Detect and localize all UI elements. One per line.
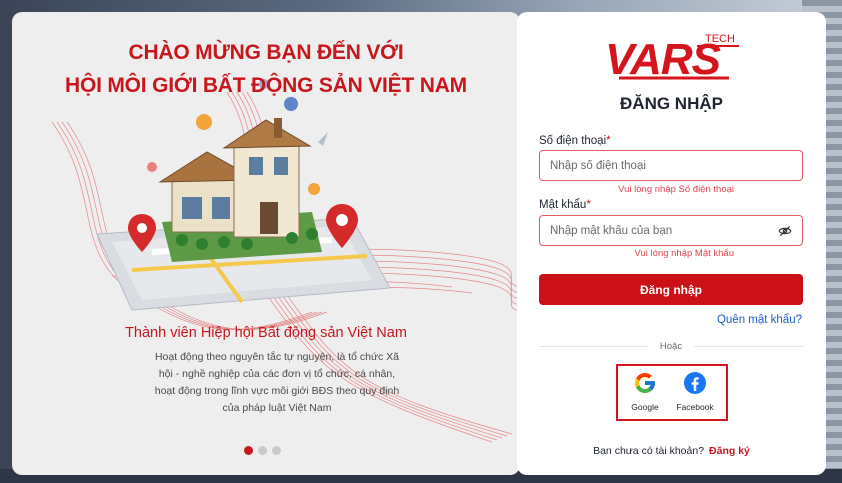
signup-link[interactable]: Đăng ký xyxy=(709,445,750,457)
forgot-password-link[interactable]: Quên mật khẩu? xyxy=(717,314,802,326)
carousel-indicator xyxy=(244,446,281,455)
phone-label-text: Số điện thoại xyxy=(539,135,607,147)
carousel-dot-2[interactable] xyxy=(258,446,267,455)
required-mark: * xyxy=(586,199,591,211)
password-field[interactable] xyxy=(539,215,803,246)
phone-field[interactable] xyxy=(539,150,803,181)
phone-input[interactable] xyxy=(540,151,802,180)
hero-subtitle: Thành viên Hiệp hội Bất động sản Việt Na… xyxy=(125,325,407,341)
carousel-dot-1[interactable] xyxy=(244,446,253,455)
logo-subtext: TECH xyxy=(705,33,735,45)
facebook-icon xyxy=(684,372,706,394)
hero-panel: CHÀO MỪNG BẠN ĐẾN VỚI HỘI MÔI GIỚI BẤT Đ… xyxy=(12,12,520,475)
facebook-label: Facebook xyxy=(676,402,714,412)
hero-title-line2: HỘI MÔI GIỚI BẤT ĐỘNG SẢN VIỆT NAM xyxy=(65,74,467,97)
vars-logo: VARS TECH xyxy=(605,33,739,84)
hero-description-line: Hoạt động theo nguyên tắc tự nguyện, là … xyxy=(154,351,400,363)
carousel-dot-3[interactable] xyxy=(272,446,281,455)
password-error: Vui lòng nhập Mật khẩu xyxy=(634,248,734,259)
hero-description-line: của pháp luật Việt Nam xyxy=(222,402,332,414)
facebook-login-button[interactable]: Facebook xyxy=(672,371,718,412)
eye-off-icon[interactable] xyxy=(778,224,792,238)
phone-error: Vui lòng nhập Số điện thoại xyxy=(618,184,734,195)
or-divider: Hoặc xyxy=(539,339,803,353)
required-mark: * xyxy=(606,135,611,147)
hero-description-line: hội - nghề nghiệp của các đơn vị tổ chức… xyxy=(158,368,396,380)
password-input[interactable] xyxy=(540,216,802,245)
login-panel: VARS TECH ĐĂNG NHẬP Số điện thoại* Vui l… xyxy=(517,12,826,475)
hero-description: Hoạt động theo nguyên tắc tự nguyện, là … xyxy=(132,349,422,417)
phone-label: Số điện thoại* xyxy=(539,135,611,147)
or-label: Hoặc xyxy=(659,340,683,352)
google-label: Google xyxy=(631,402,659,412)
hero-description-line: hoạt động trong lĩnh vực môi giới BĐS th… xyxy=(154,385,400,397)
social-login-group: Google Facebook xyxy=(616,364,728,421)
google-icon xyxy=(635,373,655,393)
login-button[interactable]: Đăng nhập xyxy=(539,274,803,305)
google-login-button[interactable]: Google xyxy=(622,371,668,412)
password-label: Mật khẩu* xyxy=(539,199,591,211)
signup-prompt: Bạn chưa có tài khoản? xyxy=(593,445,705,457)
login-title: ĐĂNG NHẬP xyxy=(620,94,723,113)
signup-row: Bạn chưa có tài khoản? Đăng ký xyxy=(517,445,826,457)
password-label-text: Mật khẩu xyxy=(539,199,587,211)
hero-title-line1: CHÀO MỪNG BẠN ĐẾN VỚI xyxy=(128,41,404,64)
